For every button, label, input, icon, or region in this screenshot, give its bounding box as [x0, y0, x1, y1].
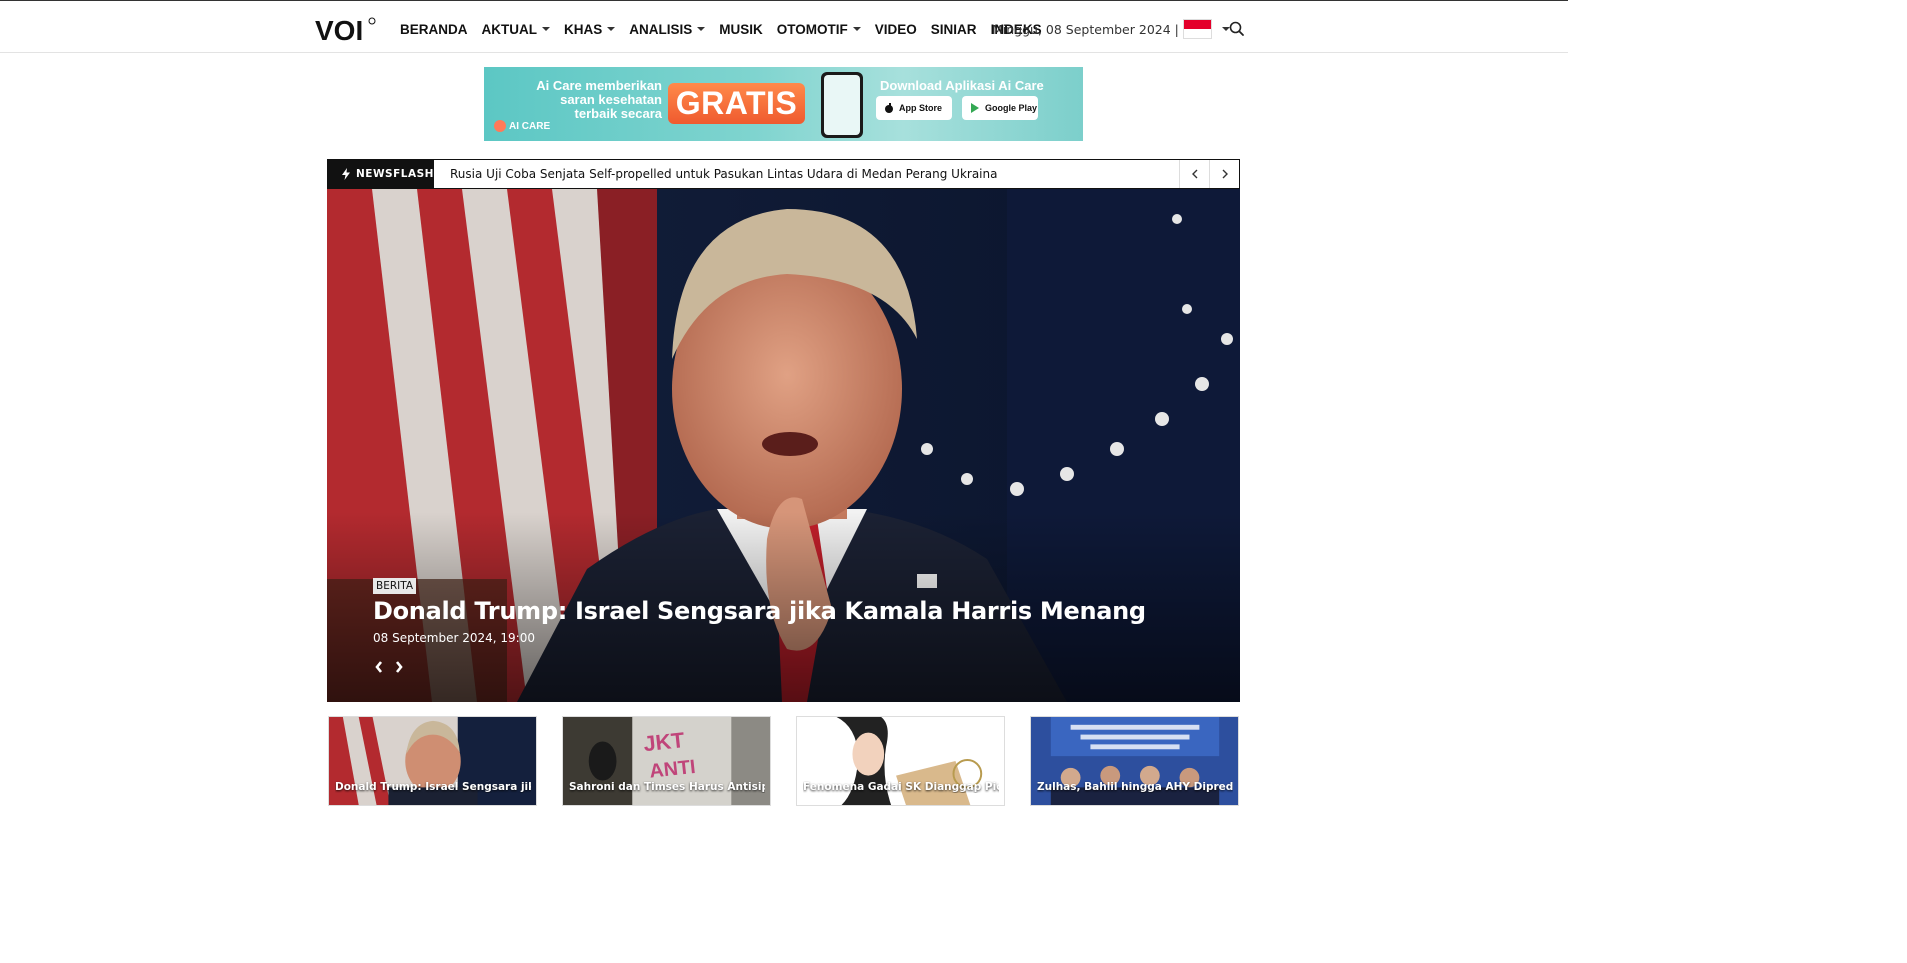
- logo-text: VOI: [315, 15, 363, 45]
- date-and-language: Minggu, 08 September 2024 |: [992, 19, 1230, 39]
- chevron-right-icon: [395, 661, 403, 673]
- news-card[interactable]: Fenomena Gadai SK Dianggap Picu: [796, 716, 1005, 806]
- google-play-icon: [971, 103, 979, 113]
- news-card-title: Donald Trump: Israel Sengsara jika: [335, 781, 531, 793]
- hero-date: 08 September 2024, 19:00: [373, 631, 535, 645]
- nav-item-video[interactable]: VIDEO: [875, 22, 917, 37]
- ad-highlight: GRATIS: [668, 83, 805, 124]
- nav-item-label: BERANDA: [400, 21, 468, 37]
- main-nav: BERANDA AKTUAL KHAS ANALISIS MUSIK OTOMOTIF VI…: [400, 19, 1056, 39]
- google-play-button[interactable]: Google Play: [962, 96, 1038, 120]
- hero-category-badge[interactable]: BERITA: [373, 578, 417, 594]
- nav-item-label: SINIAR: [930, 21, 977, 37]
- news-card-title: Sahroni dan Timses Harus Antisipasi: [569, 781, 765, 793]
- nav-item-label: VIDEO: [874, 21, 917, 37]
- nav-item-label: AKTUAL: [481, 21, 538, 37]
- apple-icon: [885, 103, 893, 113]
- svg-text:JKT: JKT: [642, 727, 686, 756]
- site-header: VOI BERANDA AKTUAL KHAS ANALISIS MUSIK OTOMOT…: [0, 0, 1568, 53]
- news-card-title: Zulhas, Bahlil hingga AHY Diprediksi: [1037, 781, 1233, 793]
- nav-item-aktual[interactable]: AKTUAL: [481, 21, 550, 37]
- newsflash-label-text: NEWSFLASH: [356, 168, 434, 180]
- nav-item-label: MUSIK: [719, 21, 763, 37]
- nav-item-otomotif[interactable]: OTOMOTIF: [777, 22, 861, 37]
- newsflash-headline-link[interactable]: Rusia Uji Coba Senjata Self-propelled un…: [450, 167, 997, 181]
- newsflash-prev-button[interactable]: [1179, 160, 1209, 188]
- chevron-down-icon: [542, 27, 550, 31]
- newsflash-label: NEWSFLASH: [328, 160, 434, 188]
- indonesia-flag-icon[interactable]: [1182, 19, 1212, 39]
- news-card[interactable]: Donald Trump: Israel Sengsara jika: [328, 716, 537, 806]
- ad-headline: Ai Care memberikan saran kesehatan terba…: [536, 78, 662, 121]
- nav-item-label: ANALISIS: [629, 21, 693, 37]
- ad-brand-text: AI CARE: [509, 120, 551, 132]
- app-store-button[interactable]: App Store: [876, 96, 952, 120]
- news-card[interactable]: JKT ANTI Sahroni dan Timses Harus Antisi…: [562, 716, 771, 806]
- lightning-icon: [342, 168, 350, 180]
- search-icon: [1229, 21, 1244, 36]
- search-button[interactable]: [1228, 20, 1246, 38]
- hero-slider[interactable]: BERITA Donald Trump: Israel Sengsara jik…: [327, 189, 1240, 702]
- chevron-right-icon: [1222, 169, 1228, 179]
- google-play-label: Google Play: [985, 103, 1038, 113]
- ad-brand: AI CARE: [494, 120, 550, 132]
- nav-item-musik[interactable]: MUSIK: [719, 22, 763, 37]
- newsflash-ticker: NEWSFLASH Rusia Uji Coba Senjata Self-pr…: [327, 159, 1240, 189]
- nav-item-khas[interactable]: KHAS: [564, 21, 616, 37]
- ai-care-logo-icon: [494, 120, 506, 132]
- ad-download-text: Download Aplikasi Ai Care: [880, 78, 1044, 93]
- chevron-left-icon: [375, 661, 383, 673]
- chevron-down-icon: [852, 27, 861, 31]
- current-date: Minggu, 08 September 2024 |: [992, 21, 1179, 37]
- news-card-title: Fenomena Gadai SK Dianggap Picu: [803, 781, 999, 793]
- chevron-down-icon: [607, 27, 616, 31]
- phone-mockup-image: [821, 72, 863, 138]
- nav-item-label: KHAS: [564, 21, 603, 37]
- chevron-left-icon: [1191, 169, 1197, 179]
- ad-banner[interactable]: AI CARE Ai Care memberikan saran kesehat…: [484, 67, 1083, 141]
- nav-item-label: OTOMOTIF: [776, 21, 848, 37]
- app-store-label: App Store: [899, 103, 943, 113]
- voi-logo[interactable]: VOI: [315, 15, 377, 45]
- nav-item-beranda[interactable]: BERANDA: [400, 22, 468, 37]
- newsflash-next-button[interactable]: [1209, 160, 1239, 188]
- hero-next-button[interactable]: [391, 659, 407, 675]
- nav-item-siniar[interactable]: SINIAR: [931, 22, 977, 37]
- hero-prev-button[interactable]: [371, 659, 387, 675]
- hero-title-link[interactable]: Donald Trump: Israel Sengsara jika Kamal…: [373, 597, 1146, 625]
- nav-item-analisis[interactable]: ANALISIS: [629, 21, 706, 37]
- news-card[interactable]: Zulhas, Bahlil hingga AHY Diprediksi: [1030, 716, 1239, 806]
- chevron-down-icon: [697, 27, 706, 31]
